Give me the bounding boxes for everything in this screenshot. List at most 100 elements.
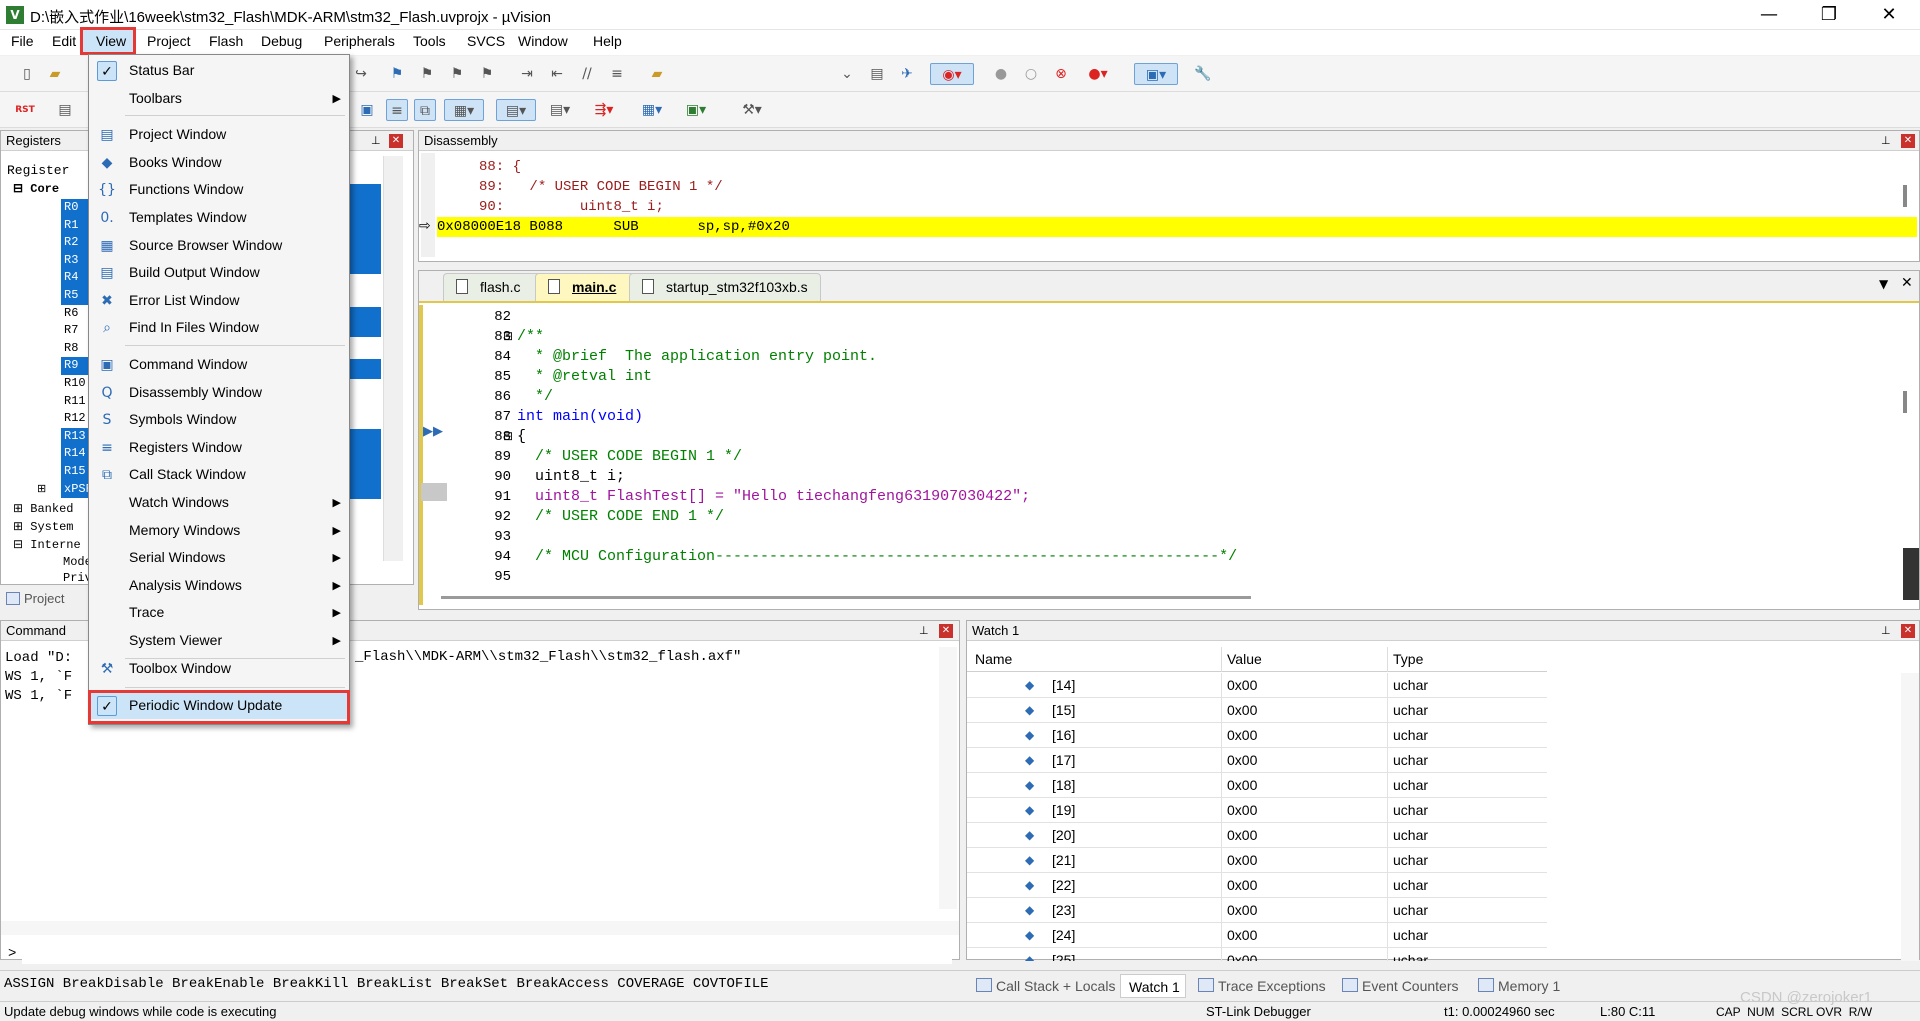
watch-row[interactable]: ◆ [20] 0x00 uchar (967, 823, 1547, 848)
system-group[interactable]: System (30, 520, 73, 534)
fold-icon[interactable]: ⊟ (503, 427, 513, 447)
menu-debug[interactable]: Debug (261, 33, 302, 49)
internal-group[interactable]: Interne (30, 538, 80, 552)
trace-window-icon[interactable]: ▦▾ (634, 99, 670, 121)
watch-scrollbar[interactable] (1901, 673, 1919, 961)
menu-project[interactable]: Project (147, 33, 191, 49)
analysis-window-icon[interactable]: ⇶▾ (586, 99, 622, 121)
open-folder-icon[interactable]: ▰ (44, 63, 66, 85)
tree-plus-icon[interactable]: ⊞ (13, 520, 23, 534)
uncomment-icon[interactable]: ≡ (606, 63, 628, 85)
tree-plus-icon[interactable]: ⊞ (13, 502, 23, 516)
menu-edit[interactable]: Edit (52, 33, 76, 49)
breakpoint-kill-icon[interactable]: ●▾ (1080, 63, 1116, 85)
redo-icon[interactable]: ↪ (350, 63, 372, 85)
close-button[interactable]: ✕ (1860, 0, 1918, 30)
menu-flash[interactable]: Flash (209, 33, 243, 49)
view-menu-templates-window[interactable]: 0. Templates Window (89, 204, 349, 231)
view-menu-watch-windows[interactable]: Watch Windows ▶ (89, 489, 349, 516)
indent-icon[interactable]: ⇥ (516, 63, 538, 85)
registers-scrollbar[interactable] (383, 156, 403, 561)
run-icon[interactable]: ▤ (54, 99, 76, 121)
code-area[interactable]: 82 83 ⊟/** 84 * @brief The application entr… (419, 307, 1899, 585)
dropdown-icon[interactable]: ⌄ (836, 63, 858, 85)
view-menu-command-window[interactable]: ▣ Command Window (89, 351, 349, 378)
close-icon[interactable]: ✕ (1901, 275, 1913, 291)
command-hscrollbar[interactable] (1, 921, 959, 935)
tree-plus-icon[interactable]: ⊞ (37, 481, 46, 499)
view-menu-books-window[interactable]: ◆ Books Window (89, 149, 349, 176)
command-window-icon[interactable]: ▣ (356, 99, 378, 121)
menu-window[interactable]: Window (518, 33, 568, 49)
view-menu-analysis-windows[interactable]: Analysis Windows ▶ (89, 572, 349, 599)
view-menu-disassembly-window[interactable]: Q Disassembly Window (89, 379, 349, 406)
view-menu-project-window[interactable]: ▤ Project Window (89, 121, 349, 148)
watch-row[interactable]: ◆ [18] 0x00 uchar (967, 773, 1547, 798)
watch-row[interactable]: ◆ [23] 0x00 uchar (967, 898, 1547, 923)
watch-col-value[interactable]: Value (1221, 647, 1262, 672)
view-menu-error-list-window[interactable]: ✖ Error List Window (89, 287, 349, 314)
configure-icon[interactable]: 🔧 (1192, 63, 1214, 85)
view-menu-call-stack-window[interactable]: ⧉ Call Stack Window (89, 461, 349, 488)
watch-col-type[interactable]: Type (1387, 647, 1423, 672)
view-menu-functions-window[interactable]: {} Functions Window (89, 176, 349, 203)
editor-splitter-handle[interactable] (1903, 548, 1919, 600)
pin-icon[interactable]: ⊥ (1881, 624, 1891, 637)
menu-tools[interactable]: Tools (413, 33, 446, 49)
breakpoint-disable-icon[interactable]: ⊗ (1050, 63, 1072, 85)
tree-minus-icon[interactable]: ⊟ (13, 538, 23, 552)
watch-row[interactable]: ◆ [17] 0x00 uchar (967, 748, 1547, 773)
watch-row[interactable]: ◆ [22] 0x00 uchar (967, 873, 1547, 898)
menu-view[interactable]: View (96, 33, 126, 49)
maximize-button[interactable]: ❐ (1800, 0, 1858, 30)
tab-trace-exceptions[interactable]: Trace Exceptions (1194, 974, 1326, 998)
find-icon[interactable]: ▤ (866, 63, 888, 85)
find-in-files-icon[interactable]: ▰ (646, 63, 668, 85)
close-icon[interactable]: ✕ (389, 134, 403, 148)
tab-startup[interactable]: startup_stm32f103xb.s (629, 273, 821, 301)
toolbox-icon[interactable]: ⚒▾ (732, 99, 772, 121)
menu-file[interactable]: File (11, 33, 34, 49)
watch-row[interactable]: ◆ [14] 0x00 uchar (967, 673, 1547, 698)
view-menu-source-browser-window[interactable]: ▦ Source Browser Window (89, 232, 349, 259)
menu-peripherals[interactable]: Peripherals (324, 33, 395, 49)
bookmark-prev-icon[interactable]: ⚑ (416, 63, 438, 85)
watch-row[interactable]: ◆ [21] 0x00 uchar (967, 848, 1547, 873)
memory-window-icon[interactable]: ▤▾ (496, 99, 536, 121)
tab-memory-1[interactable]: Memory 1 (1474, 974, 1560, 998)
breakpoint-icon[interactable]: ● (990, 63, 1012, 85)
watch-row[interactable]: ◆ [24] 0x00 uchar (967, 923, 1547, 948)
watch-row[interactable]: ◆ [16] 0x00 uchar (967, 723, 1547, 748)
menu-help[interactable]: Help (593, 33, 622, 49)
tab-event-counters[interactable]: Event Counters (1338, 974, 1459, 998)
pin-icon[interactable]: ⊥ (919, 624, 929, 637)
close-icon[interactable]: ✕ (1901, 624, 1915, 638)
watch-row[interactable]: ◆ [25] 0x00 uchar (967, 948, 1547, 961)
close-icon[interactable]: ✕ (1901, 134, 1915, 148)
system-viewer-icon[interactable]: ▣▾ (678, 99, 714, 121)
tab-call-stack[interactable]: Call Stack + Locals (972, 974, 1115, 998)
view-menu-system-viewer[interactable]: System Viewer ▶ (89, 627, 349, 654)
debug-session-icon[interactable]: ◉▾ (930, 63, 974, 85)
view-menu-toolbars[interactable]: Toolbars ▶ (89, 85, 349, 112)
view-menu-registers-window[interactable]: ≡ Registers Window (89, 434, 349, 461)
window-layout-icon[interactable]: ▣▾ (1134, 63, 1178, 85)
command-input[interactable] (22, 946, 952, 964)
disassembly-scrollbar[interactable] (1903, 185, 1907, 207)
pin-icon[interactable]: ⊥ (1881, 134, 1891, 147)
breakpoint-marker[interactable] (421, 483, 447, 501)
reset-icon[interactable]: RST (14, 99, 36, 121)
unindent-icon[interactable]: ⇤ (546, 63, 568, 85)
pin-icon[interactable]: ⊥ (371, 134, 381, 147)
watch-window-icon[interactable]: ▦▾ (444, 99, 484, 121)
view-menu-find-in-files-window[interactable]: ⌕ Find In Files Window (89, 314, 349, 341)
command-scrollbar[interactable] (939, 647, 957, 909)
bookmark-icon[interactable]: ⚑ (386, 63, 408, 85)
menu-svcs[interactable]: SVCS (467, 33, 505, 49)
view-menu-serial-windows[interactable]: Serial Windows ▶ (89, 544, 349, 571)
watch-row[interactable]: ◆ [19] 0x00 uchar (967, 798, 1547, 823)
incremental-find-icon[interactable]: ✈ (896, 63, 918, 85)
view-menu-symbols-window[interactable]: S Symbols Window (89, 406, 349, 433)
view-menu-trace[interactable]: Trace ▶ (89, 599, 349, 626)
bookmark-clear-icon[interactable]: ⚑ (476, 63, 498, 85)
